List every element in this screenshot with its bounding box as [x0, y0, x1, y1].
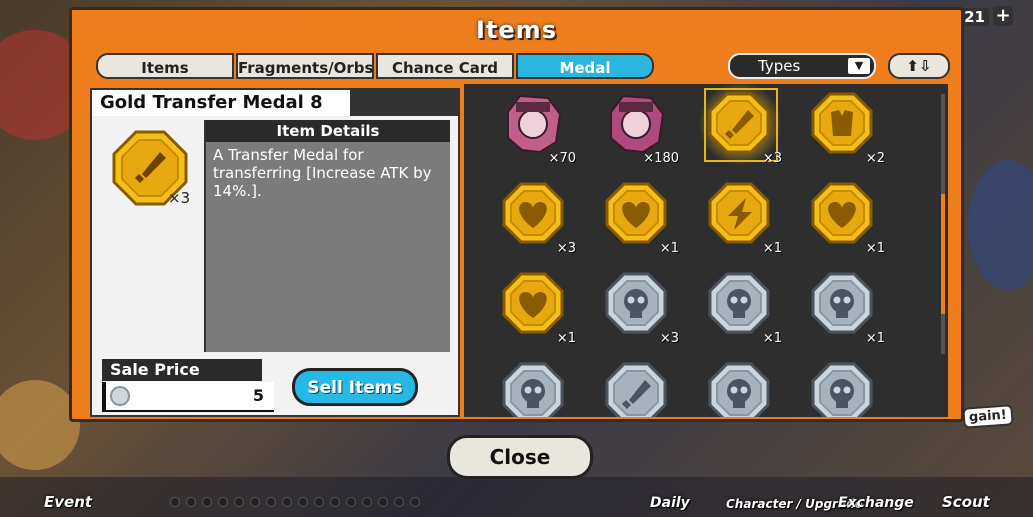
silver-skull-medal-icon [605, 272, 667, 338]
medal-cell[interactable]: ×1 [706, 360, 786, 417]
medal-cell[interactable]: ×1 [809, 180, 889, 260]
coin-icon [110, 386, 130, 406]
medal-cell[interactable]: ×1 [706, 180, 786, 260]
sort-order-button[interactable]: ⬆⇩ [888, 53, 950, 79]
item-details-box: Item Details A Transfer Medal for transf… [204, 120, 450, 352]
medal-cell[interactable]: ×3 [500, 180, 580, 260]
background-character [0, 380, 80, 470]
medal-cell[interactable]: ×1 [603, 360, 683, 417]
item-description: A Transfer Medal for transferring [Incre… [213, 146, 432, 200]
tab-bar: Items Fragments/Orbs Chance Card Medal M… [96, 53, 656, 103]
silver-sword-medal-icon [605, 362, 667, 417]
sort-arrows-icon: ⬆⇩ [906, 57, 932, 75]
medal-cell[interactable]: ×1 [500, 270, 580, 350]
dialog-title: Items [476, 16, 557, 44]
tab-items[interactable]: Items [96, 53, 234, 79]
character-medal-icon [502, 92, 564, 158]
gold-heart-medal-icon [502, 272, 564, 338]
sale-price-label: Sale Price [102, 359, 262, 381]
nav-daily[interactable]: Daily [650, 495, 690, 511]
item-quantity: ×3 [168, 189, 191, 207]
gold-heart-medal-icon [605, 182, 667, 248]
character-medal-icon [605, 92, 667, 158]
medal-quantity: ×3 [556, 241, 576, 256]
silver-skull-medal-icon [708, 362, 770, 417]
medal-quantity: ×1 [865, 331, 885, 346]
item-name-bar [350, 90, 460, 116]
medal-cell[interactable]: ×2 [809, 90, 889, 170]
types-dropdown[interactable]: Types ▼ [728, 53, 876, 79]
medal-cell[interactable]: ×3 [500, 360, 580, 417]
again-speech-bubble: gain! [962, 404, 1014, 429]
nav-scout[interactable]: Scout [942, 493, 990, 511]
gold-heart-medal-icon [811, 182, 873, 248]
item-detail-panel: Gold Transfer Medal 8 ×3 Item Details A … [90, 88, 460, 417]
sale-price-row: 5 [102, 382, 274, 412]
gold-star-medal-icon [708, 182, 770, 248]
medal-cell[interactable]: ×3 [603, 270, 683, 350]
medal-quantity: ×2 [865, 151, 885, 166]
nav-exchange[interactable]: Exchange [838, 495, 914, 511]
medal-cell[interactable]: ×1 [809, 360, 889, 417]
chevron-down-icon: ▼ [848, 58, 870, 74]
dialog-frame: Items Items Fragments/Orbs Chance Card M… [69, 7, 964, 422]
background-character [968, 160, 1033, 290]
gold-heart-medal-icon [502, 182, 564, 248]
page-dots [170, 497, 420, 507]
item-name: Gold Transfer Medal 8 [92, 90, 350, 116]
medal-quantity: ×1 [556, 331, 576, 346]
medal-quantity: ×3 [659, 331, 679, 346]
medal-cell[interactable]: ×1 [706, 270, 786, 350]
nav-event[interactable]: Event [44, 493, 92, 511]
medal-cell[interactable]: ×3 [698, 84, 786, 170]
medal-quantity: ×70 [548, 151, 576, 166]
tab-chance-card[interactable]: Chance Card [376, 53, 514, 79]
medal-quantity: ×1 [762, 241, 782, 256]
gold-armor-medal-icon [811, 92, 873, 158]
silver-skull-medal-icon [708, 272, 770, 338]
medal-quantity: ×3 [762, 151, 782, 166]
medal-cell[interactable]: ×70 [500, 90, 580, 170]
medal-cell[interactable]: ×180 [603, 90, 683, 170]
add-resource-button[interactable]: + [993, 6, 1013, 26]
items-dialog: Items Items Fragments/Orbs Chance Card M… [69, 7, 964, 487]
sale-price-value: 5 [252, 386, 264, 405]
tab-fragments-orbs[interactable]: Fragments/Orbs [236, 53, 374, 79]
scrollbar-thumb[interactable] [941, 194, 945, 314]
medal-cell[interactable]: ×1 [603, 180, 683, 260]
item-details-header: Item Details [206, 120, 450, 142]
medal-grid-panel: ×70 ×180 ×3 ×2 ×3 ×1 ×1 ×1 ×1 ×3 ×1 ×1 ×3 ×1 ×1 ×1 [464, 84, 948, 417]
medal-quantity: ×1 [659, 241, 679, 256]
sell-items-button[interactable]: Sell Items [292, 368, 418, 406]
resource-count: 21 [960, 8, 989, 26]
close-button[interactable]: Close [447, 435, 593, 479]
silver-skull-medal-icon [502, 362, 564, 417]
medal-quantity: ×180 [643, 151, 679, 166]
medal-cell[interactable]: ×1 [809, 270, 889, 350]
medal-quantity: ×1 [762, 331, 782, 346]
tab-medal-materials[interactable]: Medal Materials [516, 53, 654, 103]
types-label: Types [758, 57, 801, 75]
medal-quantity: ×1 [865, 241, 885, 256]
silver-skull-medal-icon [811, 362, 873, 417]
silver-skull-medal-icon [811, 272, 873, 338]
